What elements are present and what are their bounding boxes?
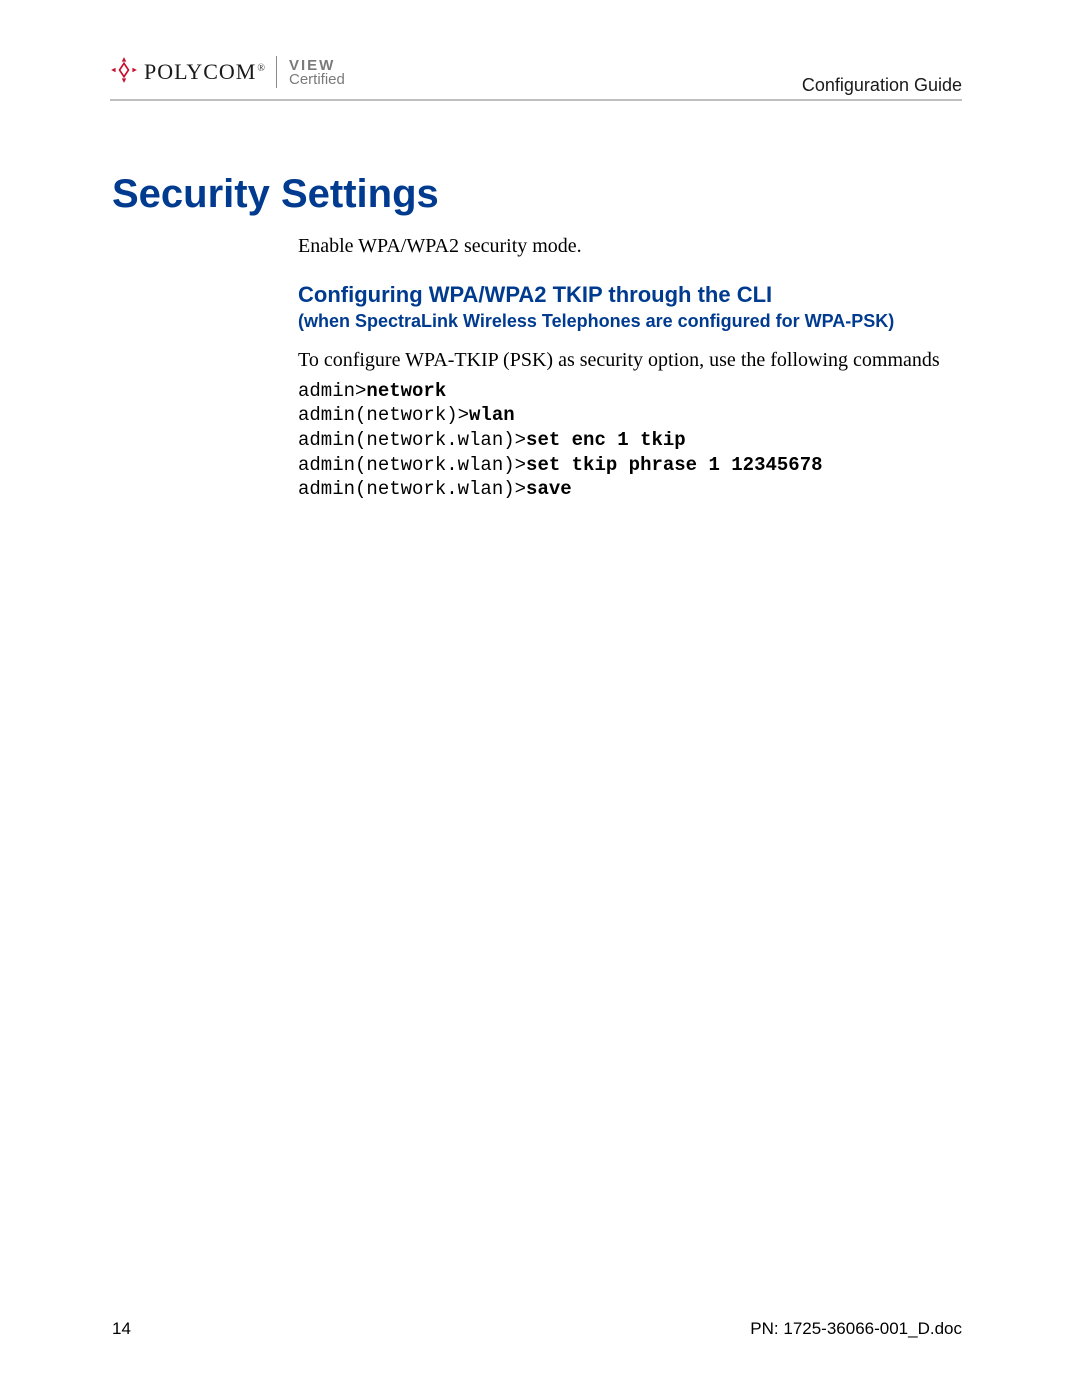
command-line: admin(network.wlan)>set tkip phrase 1 12… <box>298 453 962 478</box>
page-footer: 14 PN: 1725-36066-001_D.doc <box>112 1319 962 1339</box>
command-bold: save <box>526 478 572 500</box>
polycom-logo-icon <box>110 56 138 89</box>
view-certified-badge: VIEW Certified <box>289 58 345 87</box>
header-right-text: Configuration Guide <box>802 75 962 96</box>
command-bold: set tkip phrase 1 12345678 <box>526 454 822 476</box>
page-number: 14 <box>112 1319 131 1339</box>
brand-name-text: POLYCOM <box>144 59 256 84</box>
command-line: admin(network.wlan)>set enc 1 tkip <box>298 428 962 453</box>
command-prompt: admin(network)> <box>298 404 469 426</box>
intro-paragraph: Enable WPA/WPA2 security mode. <box>298 235 962 258</box>
brand-divider <box>276 56 277 88</box>
page: POLYCOM® VIEW Certified Configuration Gu… <box>0 0 1080 1397</box>
page-title: Security Settings <box>112 172 962 217</box>
command-prompt: admin(network.wlan)> <box>298 429 526 451</box>
registered-mark: ® <box>257 63 266 74</box>
subheading-note: (when SpectraLink Wireless Telephones ar… <box>298 310 962 333</box>
command-bold: set enc 1 tkip <box>526 429 686 451</box>
page-header: POLYCOM® VIEW Certified Configuration Gu… <box>110 48 962 96</box>
command-prompt: admin(network.wlan)> <box>298 478 526 500</box>
subheading: Configuring WPA/WPA2 TKIP through the CL… <box>298 282 962 308</box>
command-line: admin(network)>wlan <box>298 403 962 428</box>
command-prompt: admin(network.wlan)> <box>298 454 526 476</box>
part-number: PN: 1725-36066-001_D.doc <box>750 1319 962 1339</box>
view-line2: Certified <box>289 72 345 87</box>
command-bold: wlan <box>469 404 515 426</box>
command-line: admin>network <box>298 379 962 404</box>
command-prompt: admin> <box>298 380 366 402</box>
command-block: admin>network admin(network)>wlan admin(… <box>298 379 962 502</box>
brand-block: POLYCOM® VIEW Certified <box>110 56 345 89</box>
content-area: Security Settings Enable WPA/WPA2 securi… <box>112 172 962 502</box>
brand-name: POLYCOM® <box>144 59 266 85</box>
command-bold: network <box>366 380 446 402</box>
command-line: admin(network.wlan)>save <box>298 477 962 502</box>
header-rule <box>110 99 962 101</box>
instruction-paragraph: To configure WPA-TKIP (PSK) as security … <box>298 347 962 373</box>
body-text: Enable WPA/WPA2 security mode. Configuri… <box>298 235 962 502</box>
